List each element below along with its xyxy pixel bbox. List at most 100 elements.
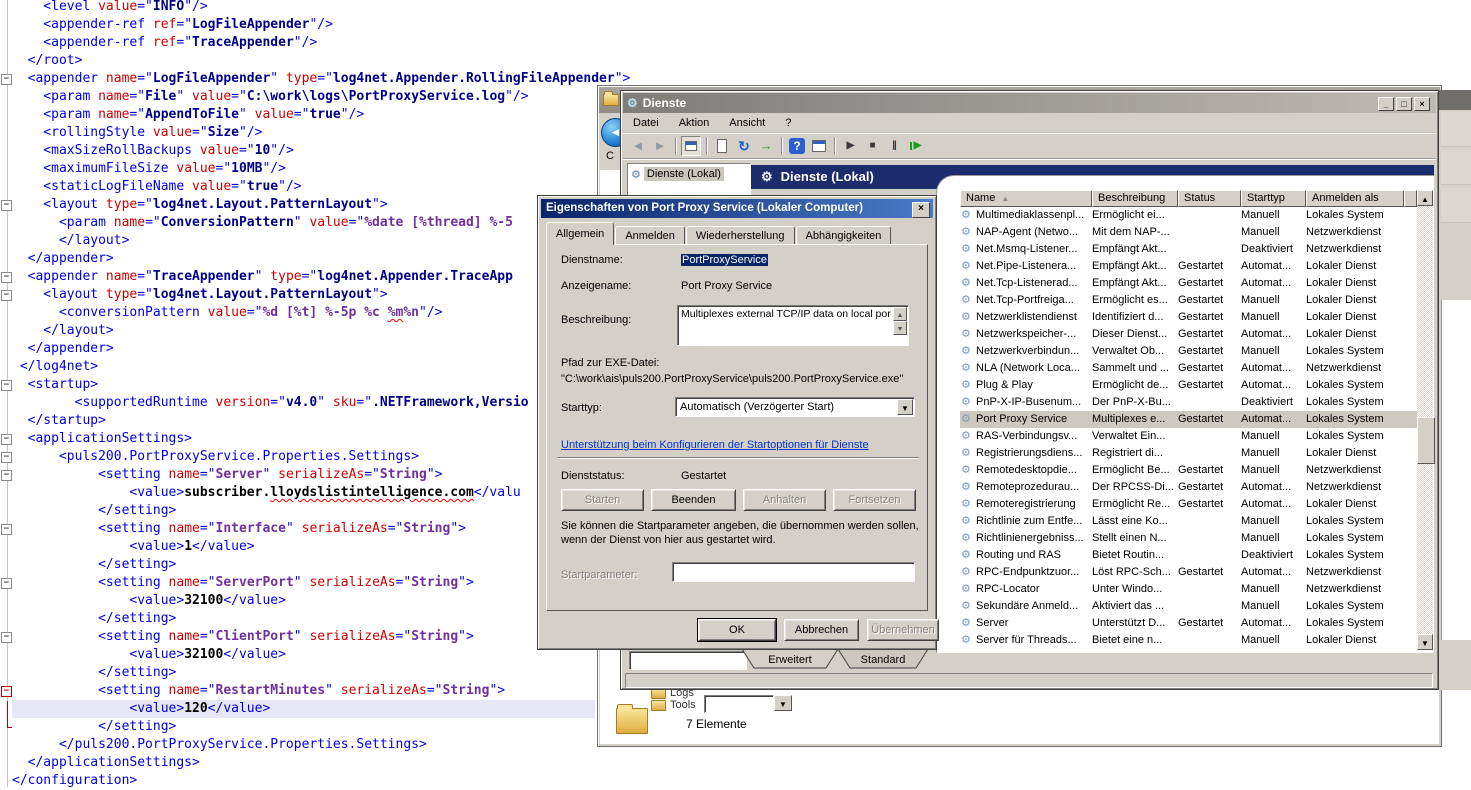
tree-item-dienste-lokal[interactable]: ⚙ Dienste (Lokal) xyxy=(631,167,750,181)
tab-standard-label[interactable]: Standard xyxy=(861,654,906,666)
ok-button[interactable]: OK xyxy=(698,619,776,641)
code-line[interactable]: <param name="AppendToFile" value="true"/… xyxy=(12,106,597,124)
filter-box[interactable] xyxy=(629,651,747,670)
code-line[interactable]: <setting name="Server" serializeAs="Stri… xyxy=(12,466,597,484)
code-line[interactable]: </startup> xyxy=(12,412,597,430)
abbrechen-button[interactable]: Abbrechen xyxy=(784,619,859,641)
tab-erweitert-label[interactable]: Erweitert xyxy=(768,654,811,666)
scrollbar-thumb[interactable] xyxy=(1417,417,1435,464)
extended-view-icon[interactable] xyxy=(809,136,829,156)
column-header-beschreibung[interactable]: Beschreibung xyxy=(1092,190,1178,207)
service-row[interactable]: ⚙RemoteregistrierungErmöglicht Re...Gest… xyxy=(960,496,1417,513)
code-line[interactable]: </configuration> xyxy=(12,772,597,790)
tab-allgemein[interactable]: Allgemein xyxy=(546,222,614,245)
code-line[interactable]: <supportedRuntime version="v4.0" sku=".N… xyxy=(12,394,597,412)
help-icon[interactable]: ? xyxy=(789,138,805,154)
service-row[interactable]: ⚙Netzwerkverbindun...Verwaltet Ob...Gest… xyxy=(960,343,1417,360)
code-editor[interactable]: <level value="INFO"/> <appender-ref ref=… xyxy=(0,0,597,787)
tab-anmelden[interactable]: Anmelden xyxy=(615,226,685,245)
menu-item-aktion[interactable]: Aktion xyxy=(669,114,720,131)
combobox-dropdown-button[interactable]: ▼ xyxy=(774,695,792,711)
code-line[interactable]: </puls200.PortProxyService.Properties.Se… xyxy=(12,736,597,754)
code-line[interactable]: <layout type="log4net.Layout.PatternLayo… xyxy=(12,286,597,304)
menu-item-ansicht[interactable]: Ansicht xyxy=(719,114,775,131)
service-row[interactable]: ⚙Remoteprozedurau...Der RPCSS-Di...Gesta… xyxy=(960,479,1417,496)
code-line[interactable]: <appender name="TraceAppender" type="log… xyxy=(12,268,597,286)
restart-service-icon[interactable]: ▶ xyxy=(906,136,926,156)
service-row[interactable]: ⚙Port Proxy ServiceMultiplexes e...Gesta… xyxy=(960,411,1417,428)
code-line[interactable]: <appender-ref ref="LogFileAppender"/> xyxy=(12,16,597,34)
combobox-dropdown-button[interactable]: ▼ xyxy=(897,399,913,415)
code-line[interactable]: <param name="ConversionPattern" value="%… xyxy=(12,214,597,232)
forward-arrow-icon[interactable]: ► xyxy=(650,136,670,156)
beschreibung-textarea[interactable]: Multiplexes external TCP/IP data on loca… xyxy=(677,305,909,346)
code-line[interactable]: </applicationSettings> xyxy=(12,754,597,772)
tab-abhängigkeiten[interactable]: Abhängigkeiten xyxy=(796,226,892,245)
fold-marker[interactable]: − xyxy=(1,524,12,535)
code-line[interactable]: <level value="INFO"/> xyxy=(12,0,597,16)
service-row[interactable]: ⚙Richtlinie zum Entfe...Lässt eine Ko...… xyxy=(960,513,1417,530)
startoptions-help-link[interactable]: Unterstützung beim Konfigurieren der Sta… xyxy=(561,439,869,451)
code-line[interactable]: <setting name="ServerPort" serializeAs="… xyxy=(12,574,597,592)
fortsetzen-button[interactable]: Fortsetzen xyxy=(833,489,916,511)
service-row[interactable]: ⚙Plug & PlayErmöglicht de...GestartetAut… xyxy=(960,377,1417,394)
fold-marker[interactable]: − xyxy=(1,74,12,85)
fold-marker[interactable]: − xyxy=(1,380,12,391)
fold-marker[interactable]: − xyxy=(1,290,12,301)
stop-service-icon[interactable]: ■ xyxy=(862,136,882,156)
code-line[interactable]: <maximumFileSize value="10MB"/> xyxy=(12,160,597,178)
service-row[interactable]: ⚙Registrierungsdiens...Registriert di...… xyxy=(960,445,1417,462)
service-row[interactable]: ⚙NAP-Agent (Netwo...Mit dem NAP-...Manue… xyxy=(960,224,1417,241)
service-row[interactable]: ⚙RAS-Verbindungsv...Verwaltet Ein...Manu… xyxy=(960,428,1417,445)
service-row[interactable]: ⚙Sekundäre Anmeld...Aktiviert das ...Man… xyxy=(960,598,1417,615)
code-line[interactable]: <value>32100</value> xyxy=(12,646,597,664)
service-row[interactable]: ⚙Multimediaklassenpl...Ermöglicht ei...M… xyxy=(960,207,1417,224)
properties-icon[interactable] xyxy=(712,136,732,156)
column-header-anmelden-als[interactable]: Anmelden als xyxy=(1306,190,1404,207)
column-header-status[interactable]: Status xyxy=(1178,190,1241,207)
code-line[interactable]: </setting> xyxy=(12,556,597,574)
starten-button[interactable]: Starten xyxy=(561,489,644,511)
startparameter-input[interactable] xyxy=(672,562,915,582)
service-row[interactable]: ⚙Net.Tcp-Portfreiga...Ermöglicht es...Ge… xyxy=(960,292,1417,309)
code-line[interactable]: <setting name="ClientPort" serializeAs="… xyxy=(12,628,597,646)
code-line[interactable]: <setting name="RestartMinutes" serialize… xyxy=(12,682,597,700)
explorer-combobox[interactable] xyxy=(704,695,774,713)
code-line[interactable]: <value>1</value> xyxy=(12,538,597,556)
service-row[interactable]: ⚙PnP-X-IP-Busenum...Der PnP-X-Bu...Deakt… xyxy=(960,394,1417,411)
fold-marker[interactable]: − xyxy=(1,452,12,463)
service-row[interactable]: ⚙NetzwerklistendienstIdentifiziert d...G… xyxy=(960,309,1417,326)
service-row[interactable]: ⚙RPC-LocatorUnter Windo...ManuellNetzwer… xyxy=(960,581,1417,598)
service-row[interactable]: ⚙ServerUnterstützt D...GestartetAutomat.… xyxy=(960,615,1417,632)
dialog-titlebar[interactable]: Eigenschaften von Port Proxy Service (Lo… xyxy=(541,199,933,218)
code-line[interactable]: </setting> xyxy=(12,664,597,682)
code-line[interactable]: </setting> xyxy=(12,718,597,736)
code-line[interactable]: <param name="File" value="C:\work\logs\P… xyxy=(12,88,597,106)
fold-marker[interactable]: − xyxy=(1,272,12,283)
column-header-starttyp[interactable]: Starttyp xyxy=(1241,190,1306,207)
menu-item-datei[interactable]: Datei xyxy=(623,114,669,131)
fold-marker[interactable]: − xyxy=(1,686,12,697)
code-line[interactable]: </appender> xyxy=(12,340,597,358)
code-line[interactable]: <value>subscriber.lloydslistintelligence… xyxy=(12,484,597,502)
code-line[interactable]: <staticLogFileName value="true"/> xyxy=(12,178,597,196)
code-line[interactable]: </root> xyxy=(12,52,597,70)
code-line[interactable]: </layout> xyxy=(12,232,597,250)
code-line[interactable]: <conversionPattern value="%d [%t] %-5p %… xyxy=(12,304,597,322)
maximize-button[interactable]: □ xyxy=(1396,97,1412,111)
service-row[interactable]: ⚙Net.Tcp-Listenerad...Empfängt Akt...Ges… xyxy=(960,275,1417,292)
code-line[interactable]: </setting> xyxy=(12,502,597,520)
refresh-icon[interactable]: ↻ xyxy=(734,136,754,156)
menu-item-help[interactable]: ? xyxy=(775,114,801,131)
übernehmen-button[interactable]: Übernehmen xyxy=(867,619,939,641)
column-header-filler[interactable] xyxy=(1404,190,1417,207)
fold-marker[interactable]: − xyxy=(1,578,12,589)
scroll-down-button[interactable]: ▼ xyxy=(1417,634,1433,650)
code-line[interactable]: <startup> xyxy=(12,376,597,394)
code-line[interactable]: </log4net> xyxy=(12,358,597,376)
code-line[interactable]: <value>120</value> xyxy=(12,700,595,718)
beenden-button[interactable]: Beenden xyxy=(651,489,736,511)
scroll-down-button[interactable]: ▼ xyxy=(893,321,907,335)
code-line[interactable]: <layout type="log4net.Layout.PatternLayo… xyxy=(12,196,597,214)
service-row[interactable]: ⚙Remotedesktopdie...Ermöglicht Be...Gest… xyxy=(960,462,1417,479)
